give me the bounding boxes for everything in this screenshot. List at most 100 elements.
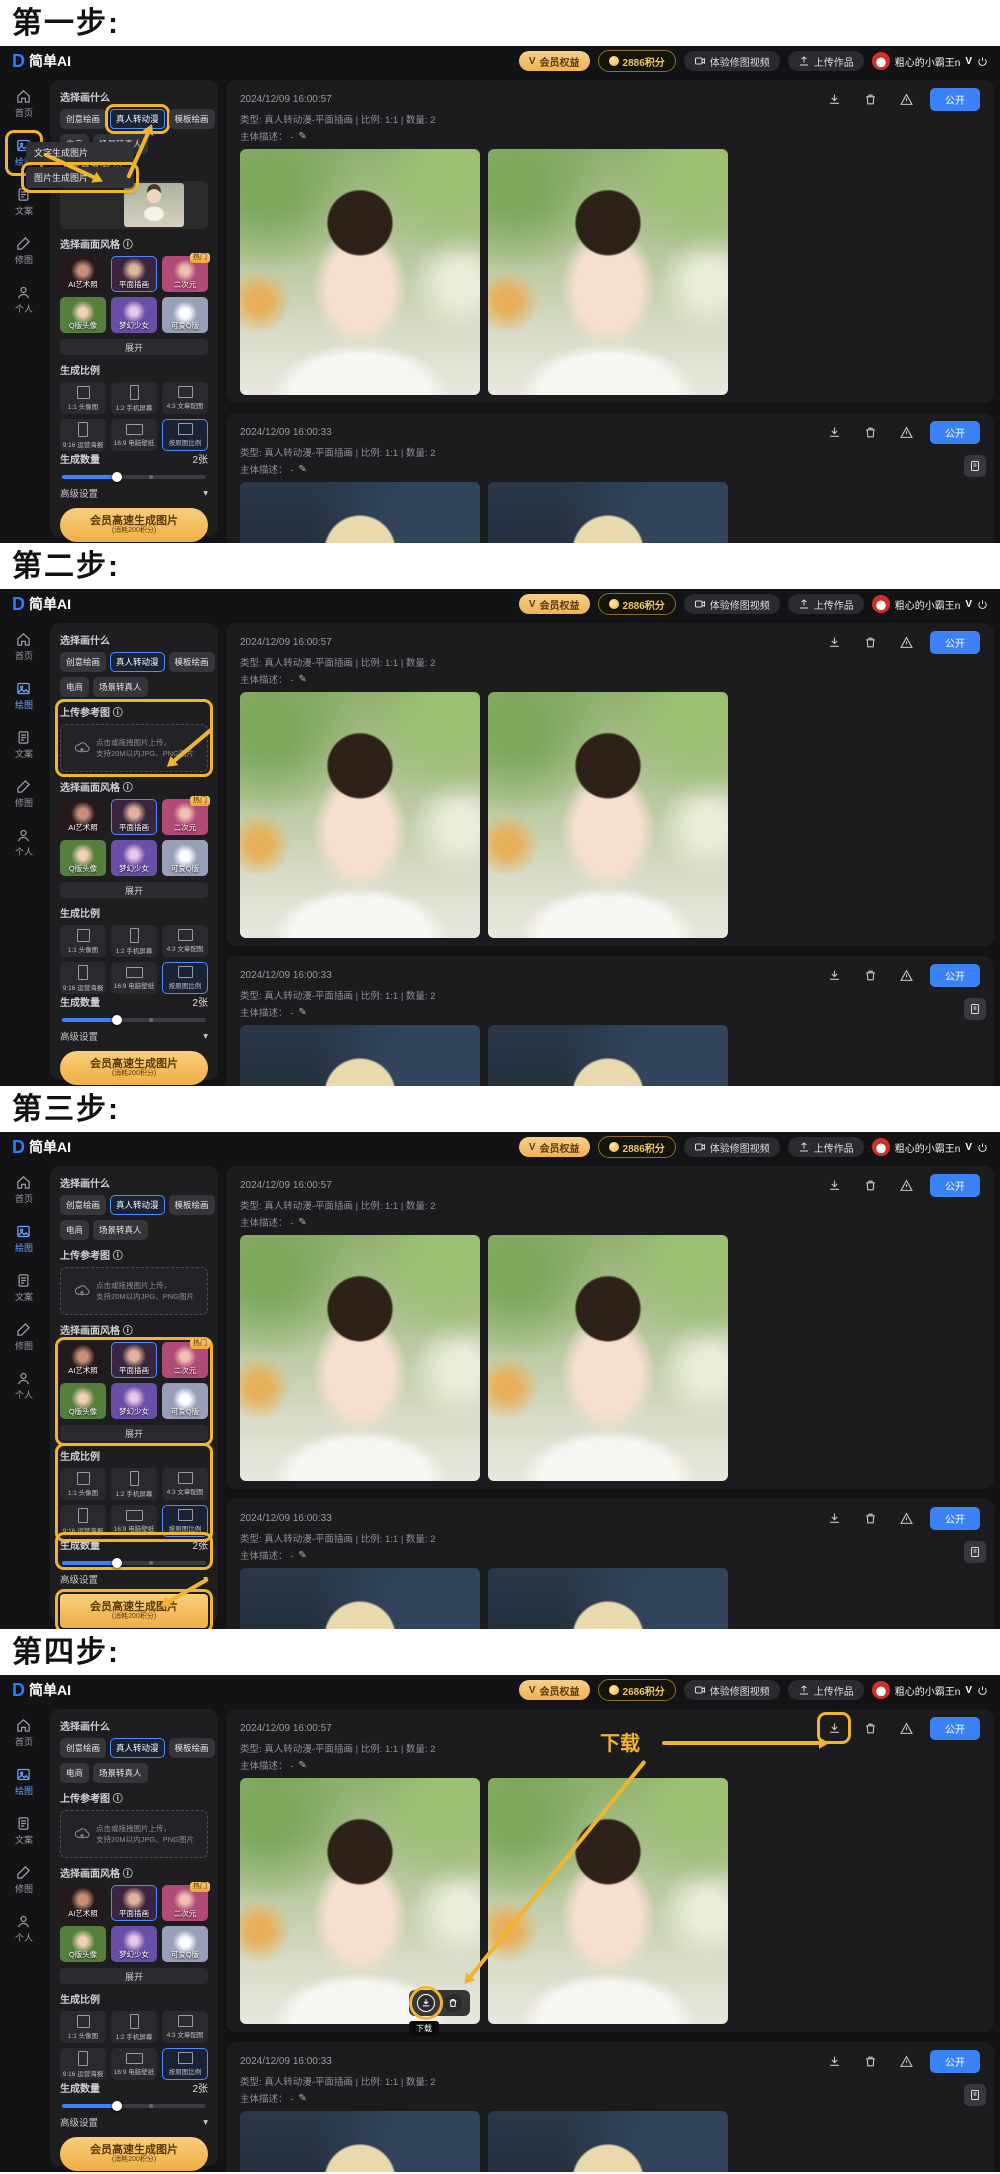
upload-works-pill[interactable]: 上传作品 — [788, 594, 864, 614]
ratio-tile-0[interactable]: 1:1 头像图 — [60, 2011, 106, 2043]
advanced-settings-row[interactable]: 高级设置▾ — [60, 2115, 208, 2129]
vip-benefits-pill[interactable]: V会员权益 — [519, 1680, 590, 1700]
mode-chip-row2-1[interactable]: 场景转真人 — [93, 1220, 148, 1240]
generate-button[interactable]: 会员高速生成图片(消耗200积分) — [60, 508, 208, 542]
style-tile-0[interactable]: AI艺术照 — [60, 799, 106, 835]
sidebar-item-retouch[interactable]: 修图 — [10, 1862, 38, 1898]
download-button[interactable] — [822, 421, 846, 443]
publish-button[interactable]: 公开 — [930, 964, 980, 987]
slider-thumb[interactable] — [112, 1015, 122, 1025]
publish-button[interactable]: 公开 — [930, 1174, 980, 1197]
advanced-settings-row[interactable]: 高级设置▾ — [60, 486, 208, 500]
sidebar-item-me[interactable]: 个人 — [10, 1368, 38, 1404]
report-button[interactable] — [894, 964, 918, 986]
delete-button[interactable] — [858, 1507, 882, 1529]
ratio-tile-1[interactable]: 1:2 手机屏幕 — [111, 1468, 157, 1500]
ratio-tile-2[interactable]: 4:3 文章配图 — [162, 382, 208, 414]
style-tile-2[interactable]: 热门二次元 — [162, 799, 208, 835]
ratio-tile-5[interactable]: 按原图比例 — [162, 1505, 208, 1537]
style-tile-1[interactable]: 平面插画 — [111, 799, 157, 835]
style-tile-1[interactable]: 平面插画 — [111, 1885, 157, 1921]
style-tile-5[interactable]: 可爱Q版 — [162, 840, 208, 876]
ratio-tile-0[interactable]: 1:1 头像图 — [60, 925, 106, 957]
edit-pencil-icon[interactable]: ✎ — [298, 131, 306, 142]
download-button[interactable] — [822, 1507, 846, 1529]
report-button[interactable] — [894, 1507, 918, 1529]
style-tile-0[interactable]: AI艺术照 — [60, 256, 106, 292]
ratio-tile-0[interactable]: 1:1 头像图 — [60, 382, 106, 414]
video-feature-pill[interactable]: 体验修图视频 — [684, 1680, 780, 1700]
note-badge-button[interactable] — [964, 455, 986, 477]
style-tile-2[interactable]: 热门二次元 — [162, 256, 208, 292]
sidebar-item-me[interactable]: 个人 — [10, 282, 38, 318]
ratio-tile-2[interactable]: 4:3 文章配图 — [162, 2011, 208, 2043]
slider-thumb[interactable] — [112, 1558, 122, 1568]
video-feature-pill[interactable]: 体验修图视频 — [684, 51, 780, 71]
generated-image-1[interactable]: 下载 — [240, 1778, 480, 2024]
vip-benefits-pill[interactable]: V会员权益 — [519, 51, 590, 71]
sidebar-item-draw[interactable]: 绘图 — [10, 1221, 38, 1257]
report-button[interactable] — [894, 631, 918, 653]
sidebar-item-me[interactable]: 个人 — [10, 825, 38, 861]
edit-pencil-icon[interactable]: ✎ — [298, 1760, 306, 1771]
download-button[interactable] — [822, 1174, 846, 1196]
user-menu[interactable]: 粗心的小霸王nV — [872, 595, 988, 613]
points-pill[interactable]: 2886积分 — [598, 50, 676, 72]
download-button[interactable] — [822, 631, 846, 653]
uploaded-photo-box[interactable] — [60, 181, 208, 229]
sidebar-item-retouch[interactable]: 修图 — [10, 1319, 38, 1355]
generated-image-1[interactable] — [240, 1568, 480, 1629]
sidebar-item-draw[interactable]: 绘图 — [10, 1764, 38, 1800]
note-badge-button[interactable] — [964, 2084, 986, 2106]
generated-image-2[interactable] — [488, 1025, 728, 1086]
video-feature-pill[interactable]: 体验修图视频 — [684, 594, 780, 614]
sidebar-item-copywriting[interactable]: 文案 — [10, 727, 38, 763]
generated-image-2[interactable] — [488, 1235, 728, 1481]
image-delete-button[interactable] — [444, 1994, 462, 2012]
ratio-tile-4[interactable]: 16:9 电脑壁纸 — [111, 419, 157, 451]
count-slider[interactable] — [62, 1018, 206, 1022]
ratio-tile-2[interactable]: 4:3 文章配图 — [162, 1468, 208, 1500]
mode-chip-1[interactable]: 真人转动漫 — [110, 652, 165, 672]
delete-button[interactable] — [858, 964, 882, 986]
sidebar-item-copywriting[interactable]: 文案 — [10, 184, 38, 220]
style-tile-3[interactable]: Q版头像 — [60, 1926, 106, 1962]
generated-image-1[interactable] — [240, 482, 480, 543]
download-button[interactable] — [822, 2050, 846, 2072]
video-feature-pill[interactable]: 体验修图视频 — [684, 1137, 780, 1157]
ratio-tile-4[interactable]: 16:9 电脑壁纸 — [111, 962, 157, 994]
sidebar-item-retouch[interactable]: 修图 — [10, 233, 38, 269]
mode-chip-row2-0[interactable]: 电商 — [60, 677, 89, 697]
generate-button[interactable]: 会员高速生成图片(消耗200积分) — [60, 2137, 208, 2171]
expand-button[interactable]: 展开 — [60, 1968, 208, 1984]
report-button[interactable] — [894, 2050, 918, 2072]
edit-pencil-icon[interactable]: ✎ — [298, 1007, 306, 1018]
sidebar-item-me[interactable]: 个人 — [10, 1911, 38, 1947]
dropdown-item-0[interactable]: 文字生成图片 — [26, 142, 134, 163]
slider-thumb[interactable] — [112, 2101, 122, 2111]
sidebar-item-home[interactable]: 首页 — [10, 629, 38, 665]
style-tile-2[interactable]: 热门二次元 — [162, 1342, 208, 1378]
ratio-tile-1[interactable]: 1:2 手机屏幕 — [111, 2011, 157, 2043]
generated-image-1[interactable] — [240, 149, 480, 395]
edit-pencil-icon[interactable]: ✎ — [298, 674, 306, 685]
sidebar-item-home[interactable]: 首页 — [10, 1172, 38, 1208]
sidebar-item-home[interactable]: 首页 — [10, 86, 38, 122]
report-button[interactable] — [894, 1174, 918, 1196]
note-badge-button[interactable] — [964, 998, 986, 1020]
delete-button[interactable] — [858, 631, 882, 653]
count-slider[interactable] — [62, 2104, 206, 2108]
style-tile-5[interactable]: 可爱Q版 — [162, 1926, 208, 1962]
mode-chip-row2-1[interactable]: 场景转真人 — [93, 1763, 148, 1783]
style-tile-4[interactable]: 梦幻少女 — [111, 840, 157, 876]
sidebar-item-copywriting[interactable]: 文案 — [10, 1813, 38, 1849]
mode-chip-row2-0[interactable]: 电商 — [60, 1763, 89, 1783]
upload-dropzone[interactable]: 点击或拖拽图片上传，支持20M以内JPG、PNG图片 — [60, 1267, 208, 1315]
edit-pencil-icon[interactable]: ✎ — [298, 464, 306, 475]
user-menu[interactable]: 粗心的小霸王nV — [872, 1138, 988, 1156]
style-tile-1[interactable]: 平面插画 — [111, 1342, 157, 1378]
mode-chip-0[interactable]: 创意绘画 — [60, 1195, 106, 1215]
publish-button[interactable]: 公开 — [930, 631, 980, 654]
delete-button[interactable] — [858, 88, 882, 110]
points-pill[interactable]: 2886积分 — [598, 1136, 676, 1158]
